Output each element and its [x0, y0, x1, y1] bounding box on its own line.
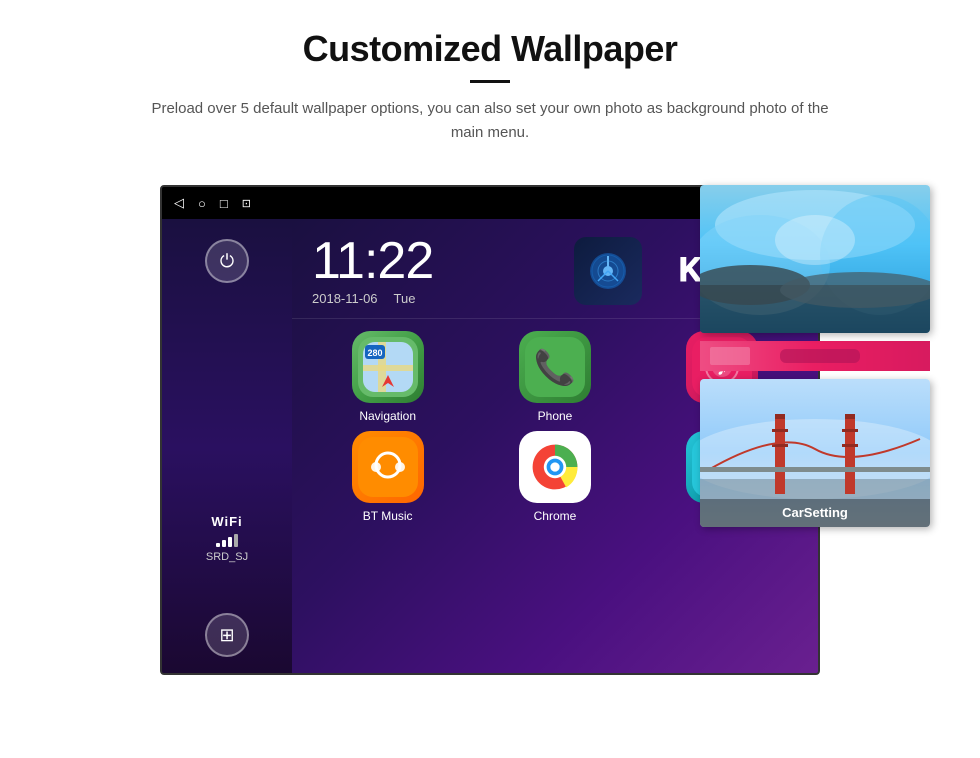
- clock-day: Tue: [394, 291, 416, 306]
- wallpaper-card-ice[interactable]: [700, 185, 930, 333]
- wifi-bar-3: [228, 537, 232, 547]
- ice-wallpaper-svg: [700, 185, 930, 333]
- wifi-bars: [206, 533, 248, 547]
- page-title: Customized Wallpaper: [150, 28, 830, 70]
- wifi-signal-app[interactable]: [574, 237, 642, 305]
- screenshot-icon[interactable]: ⊡: [242, 197, 251, 210]
- svg-text:📞: 📞: [534, 346, 577, 387]
- list-item[interactable]: 280 Navigation: [308, 331, 467, 423]
- left-sidebar: ⏻ WiFi SRD_SJ: [162, 219, 292, 675]
- svg-text:280: 280: [367, 348, 382, 358]
- phone-svg: 📞: [525, 337, 585, 397]
- phone-icon: 📞: [519, 331, 591, 403]
- wallpaper-cards: CarSetting: [700, 185, 930, 527]
- recents-icon[interactable]: □: [220, 196, 228, 211]
- power-icon: ⏻: [220, 251, 234, 272]
- content-area: ◁ ○ □ ⊡ ♦ ▾ 11:22 ⏻: [50, 185, 930, 675]
- clock-time: 11:22: [312, 235, 554, 287]
- wifi-bar-4: [234, 534, 238, 547]
- power-button[interactable]: ⏻: [205, 239, 249, 283]
- phone-label: Phone: [538, 409, 573, 423]
- btmusic-label: BT Music: [363, 509, 413, 523]
- btmusic-svg: ʙ: [358, 437, 418, 497]
- wifi-bar-1: [216, 543, 220, 547]
- k-icon: 𝐊: [678, 252, 701, 290]
- wifi-info: WiFi SRD_SJ: [206, 514, 248, 563]
- list-item[interactable]: ʙ BT Music: [308, 431, 467, 523]
- apps-grid-icon: ⊞: [219, 625, 234, 646]
- chrome-label: Chrome: [534, 509, 577, 523]
- bridge-wallpaper-svg: CarSetting: [700, 379, 930, 527]
- nav-inner: 280: [352, 331, 424, 403]
- btmusic-icon: ʙ: [352, 431, 424, 503]
- clock-info: 11:22 2018-11-06 Tue: [312, 235, 554, 306]
- maps-svg: 280: [358, 337, 418, 397]
- title-section: Customized Wallpaper Preload over 5 defa…: [150, 28, 830, 145]
- navigation-label: Navigation: [359, 409, 416, 423]
- car-setting-strip: [700, 341, 930, 371]
- back-icon[interactable]: ◁: [174, 195, 184, 211]
- subtitle: Preload over 5 default wallpaper options…: [150, 97, 830, 145]
- home-icon[interactable]: ○: [198, 196, 206, 211]
- status-left: ◁ ○ □ ⊡: [174, 195, 251, 211]
- wallpaper-card-bridge[interactable]: CarSetting: [700, 379, 930, 527]
- chrome-svg: [527, 439, 583, 495]
- chrome-icon: [519, 431, 591, 503]
- title-divider: [470, 80, 510, 83]
- wifi-label: WiFi: [206, 514, 248, 529]
- list-item[interactable]: Chrome: [475, 431, 634, 523]
- strip-svg: [700, 341, 930, 371]
- page-container: Customized Wallpaper Preload over 5 defa…: [0, 0, 980, 758]
- list-item[interactable]: 📞 Phone: [475, 331, 634, 423]
- wifi-bar-2: [222, 540, 226, 547]
- apps-grid-button[interactable]: ⊞: [205, 613, 249, 657]
- navigation-icon: 280: [352, 331, 424, 403]
- svg-text:CarSetting: CarSetting: [782, 505, 848, 520]
- signal-icon: [588, 251, 628, 291]
- clock-date: 2018-11-06 Tue: [312, 291, 554, 306]
- wifi-ssid: SRD_SJ: [206, 551, 248, 563]
- clock-date-value: 2018-11-06: [312, 291, 378, 306]
- svg-text:ʙ: ʙ: [384, 458, 392, 473]
